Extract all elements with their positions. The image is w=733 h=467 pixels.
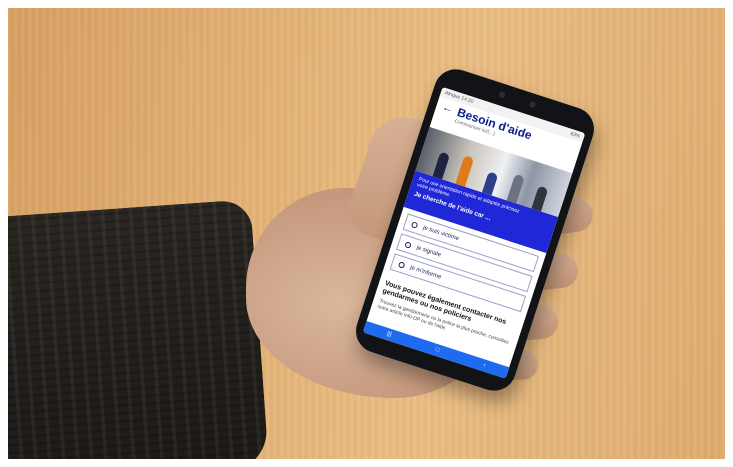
camera-lens-2 [528, 100, 537, 109]
option-label: je suis victime [422, 224, 460, 242]
person-figure [481, 171, 499, 196]
person-figure [455, 155, 475, 187]
radio-icon [404, 240, 413, 249]
radio-icon [397, 260, 406, 269]
home-icon[interactable]: □ [435, 347, 440, 354]
person-figure [531, 185, 549, 212]
knit-sleeve [8, 199, 270, 459]
back-arrow-icon[interactable]: ← [441, 101, 455, 116]
radio-icon [410, 220, 419, 229]
option-label: je m'informe [409, 264, 443, 281]
person-figure [432, 151, 451, 180]
photo-scene: Afrique 14:20 83% ← Besoin d'aide Commen… [8, 8, 725, 459]
camera-lens [498, 90, 506, 99]
smartphone: Afrique 14:20 83% ← Besoin d'aide Commen… [350, 63, 600, 397]
person-figure [506, 173, 525, 204]
back-icon[interactable]: ‹ [482, 362, 486, 368]
option-label: je signale [415, 244, 442, 259]
recent-apps-icon[interactable]: ||| [386, 331, 392, 338]
